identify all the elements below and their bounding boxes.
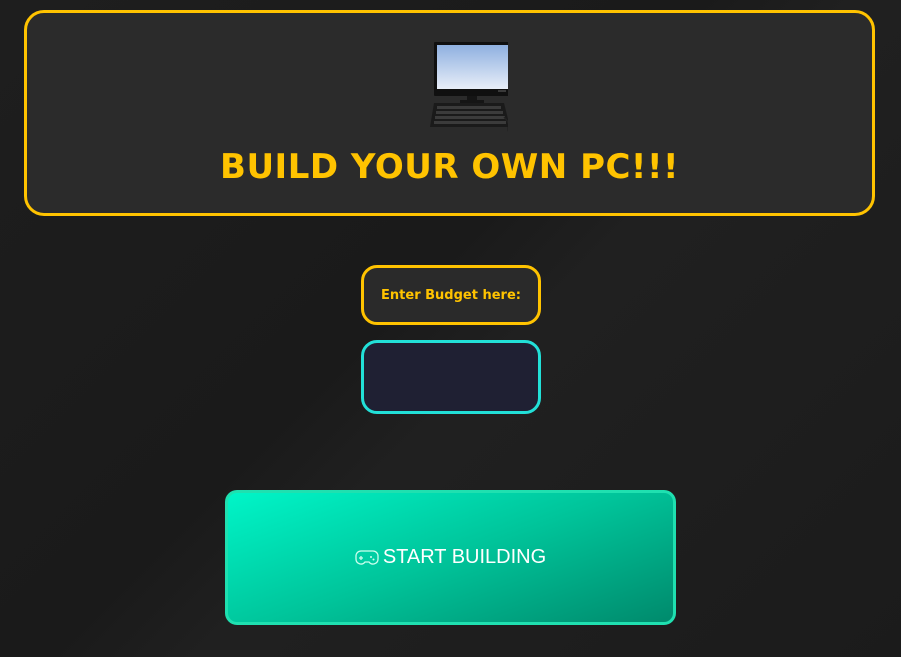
page-title: BUILD YOUR OWN PC!!!: [220, 147, 679, 187]
budget-label-text: Enter Budget here:: [381, 287, 521, 303]
header-card: BUILD YOUR OWN PC!!!: [24, 10, 875, 216]
budget-input[interactable]: [361, 340, 541, 414]
desktop-computer-icon: [430, 42, 508, 132]
start-building-button[interactable]: START BUILDING: [225, 490, 676, 625]
start-building-label: START BUILDING: [382, 546, 547, 568]
gamepad-icon: [355, 549, 379, 565]
budget-label: Enter Budget here:: [361, 265, 541, 325]
